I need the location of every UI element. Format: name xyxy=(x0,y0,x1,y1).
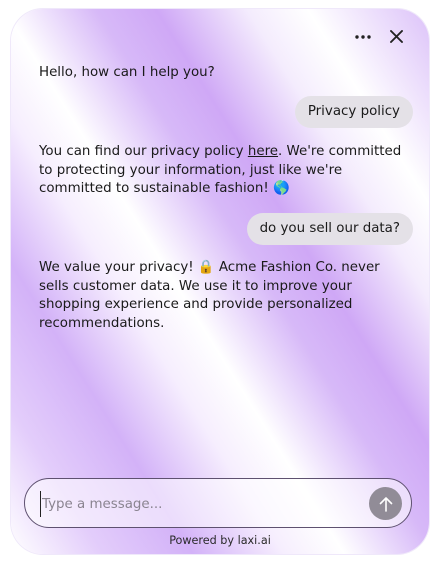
user-message-privacy-policy: Privacy policy xyxy=(294,96,413,128)
more-horizontal-icon xyxy=(355,35,371,39)
arrow-up-icon xyxy=(379,496,392,512)
chat-widget: Hello, how can I help you? Privacy polic… xyxy=(11,9,429,554)
bot-message-privacy-answer: We value your privacy! 🔒 Acme Fashion Co… xyxy=(39,259,409,333)
user-message-text: do you sell our data? xyxy=(259,221,400,236)
bot-message-text-before-link: You can find our privacy policy xyxy=(39,144,248,159)
privacy-policy-link[interactable]: here xyxy=(248,144,278,159)
powered-by-label: Powered by laxi.ai xyxy=(169,534,271,547)
message-input[interactable] xyxy=(40,491,344,517)
bot-message-privacy-link: You can find our privacy policy here. We… xyxy=(39,143,409,199)
bot-message-greeting: Hello, how can I help you? xyxy=(39,64,409,83)
close-button[interactable] xyxy=(387,27,405,45)
close-icon xyxy=(389,29,403,43)
user-message-sell-data: do you sell our data? xyxy=(246,213,413,245)
more-options-button[interactable] xyxy=(354,28,372,46)
bot-message-text: We value your privacy! 🔒 Acme Fashion Co… xyxy=(39,260,380,331)
send-button[interactable] xyxy=(369,487,402,520)
bot-message-text: Hello, how can I help you? xyxy=(39,65,215,80)
user-message-text: Privacy policy xyxy=(307,104,400,119)
message-composer xyxy=(24,478,412,528)
